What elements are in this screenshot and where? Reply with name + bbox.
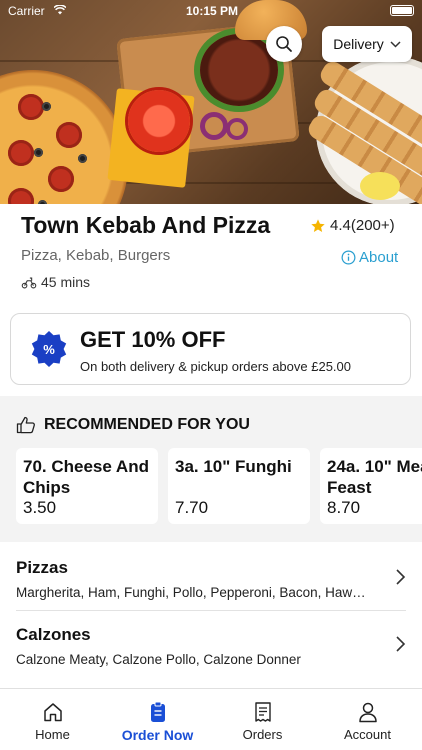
status-bar: Carrier 10:15 PM <box>0 0 422 22</box>
scooter-icon <box>21 277 37 288</box>
about-label: About <box>359 249 399 266</box>
category-row-calzones[interactable]: Calzones Calzone Meaty, Calzone Pollo, C… <box>0 613 422 673</box>
recommended-item-name: 3a. 10" Funghi <box>175 457 292 476</box>
recommended-section: RECOMMENDED FOR YOU 70. Cheese And Chips… <box>0 396 422 542</box>
recommended-title: RECOMMENDED FOR YOU <box>44 416 250 433</box>
tab-orders-label: Orders <box>242 727 283 742</box>
wifi-icon <box>54 5 66 15</box>
tab-bar: Home Order Now Orders Account <box>0 688 422 750</box>
info-icon <box>341 250 356 265</box>
tab-account[interactable]: Account <box>315 689 420 750</box>
restaurant-name: Town Kebab And Pizza <box>21 212 271 238</box>
battery-icon <box>390 5 414 16</box>
delivery-time: 45 mins <box>21 274 90 290</box>
tab-account-label: Account <box>344 727 391 742</box>
clock: 10:15 PM <box>186 4 239 18</box>
offer-banner[interactable]: % GET 10% OFF On both delivery & pickup … <box>10 313 411 385</box>
tab-orders[interactable]: Orders <box>210 689 315 750</box>
chevron-right-icon <box>396 569 406 585</box>
category-row-pizzas[interactable]: Pizzas Margherita, Ham, Funghi, Pollo, P… <box>0 546 422 606</box>
recommended-item-name: 24a. 10" Meat Feast <box>327 457 422 497</box>
recommended-item[interactable]: 24a. 10" Meat Feast 8.70 <box>320 448 422 524</box>
receipt-icon <box>254 702 271 722</box>
tab-home[interactable]: Home <box>0 689 105 750</box>
recommended-heading: RECOMMENDED FOR YOU <box>16 416 250 434</box>
recommended-item-price: 3.50 <box>23 498 57 517</box>
recommended-item[interactable]: 70. Cheese And Chips 3.50 <box>16 448 158 524</box>
chevron-right-icon <box>396 636 406 652</box>
search-button[interactable] <box>266 26 302 62</box>
tomato-slice <box>128 90 190 152</box>
order-icon <box>150 701 165 722</box>
about-link[interactable]: About <box>341 249 398 266</box>
tab-order-now[interactable]: Order Now <box>105 689 210 750</box>
category-description: Calzone Meaty, Calzone Pollo, Calzone Do… <box>16 652 301 667</box>
category-title: Pizzas <box>16 558 68 577</box>
chevron-down-icon <box>390 40 401 48</box>
divider <box>16 610 406 611</box>
search-icon <box>276 36 292 52</box>
pizza-image <box>0 70 128 204</box>
carrier-label: Carrier <box>8 4 45 18</box>
tab-order-now-label: Order Now <box>121 727 194 743</box>
onion-ring <box>200 112 228 140</box>
home-icon <box>43 703 62 722</box>
recommended-item-price: 7.70 <box>175 498 209 517</box>
lemon-wedge <box>360 172 400 200</box>
cuisine-list: Pizza, Kebab, Burgers <box>21 247 171 264</box>
recommended-item[interactable]: 3a. 10" Funghi 7.70 <box>168 448 310 524</box>
onion-ring <box>226 118 248 140</box>
recommended-item-price: 8.70 <box>327 498 361 517</box>
rating-value: 4.4(200+) <box>330 217 395 234</box>
delivery-mode-dropdown[interactable]: Delivery <box>322 26 412 62</box>
recommended-item-name: 70. Cheese And Chips <box>23 457 149 497</box>
offer-subtitle: On both delivery & pickup orders above £… <box>80 359 352 374</box>
rating: 4.4(200+) <box>310 217 395 234</box>
offer-title: GET 10% OFF <box>80 327 226 352</box>
account-icon <box>358 702 377 723</box>
discount-symbol: % <box>43 342 55 357</box>
delivery-mode-label: Delivery <box>333 36 384 52</box>
delivery-time-value: 45 mins <box>41 274 91 290</box>
tab-home-label: Home <box>35 727 70 742</box>
category-title: Calzones <box>16 625 91 644</box>
discount-badge-icon: % <box>31 331 67 367</box>
star-icon <box>311 218 325 232</box>
thumbs-up-icon <box>16 416 35 434</box>
category-description: Margherita, Ham, Funghi, Pollo, Pepperon… <box>16 585 368 600</box>
